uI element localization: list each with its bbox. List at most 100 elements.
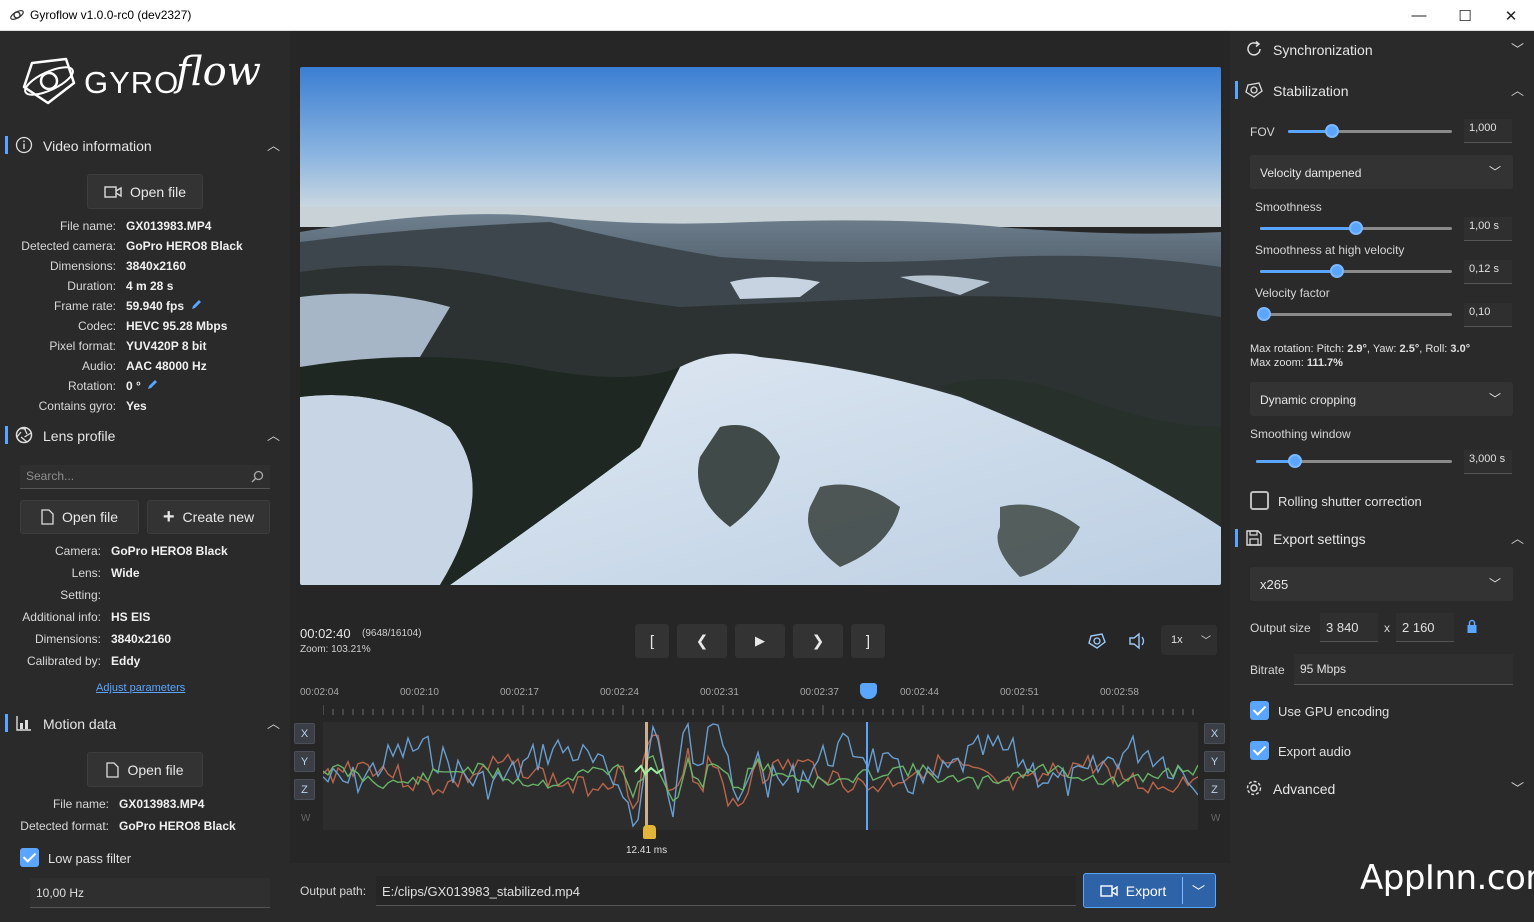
file-icon [106, 761, 120, 778]
lock-icon[interactable] [1466, 619, 1478, 634]
smoothing-window-slider[interactable] [1256, 454, 1452, 470]
synchronization-header[interactable]: Synchronization ﹀ [1235, 35, 1534, 65]
motion-info-value: GoPro HERO8 Black [119, 819, 236, 833]
search-icon [251, 470, 264, 483]
playback-speed-select[interactable]: 1x ﹀ [1161, 625, 1217, 655]
low-pass-frequency-input[interactable]: 10,00 Hz [30, 878, 270, 908]
motion-open-file-button[interactable]: Open file [87, 752, 203, 787]
chart-icon [16, 716, 31, 731]
lens-profile-title: Lens profile [43, 428, 116, 444]
video-preview[interactable] [300, 67, 1221, 585]
lens-profile-header[interactable]: Lens profile ︿ [5, 421, 290, 451]
playhead-handle[interactable] [860, 683, 877, 699]
output-width-input[interactable]: 3 840 [1320, 613, 1378, 642]
stabilization-toggle-icon[interactable] [1087, 632, 1107, 650]
motion-info-row: File name: GX013983.MP4 [0, 797, 290, 813]
lens-aperture-icon [15, 426, 33, 444]
export-settings-title: Export settings [1273, 531, 1366, 547]
video-info-value: 0 ° [126, 379, 141, 393]
volume-icon[interactable] [1128, 632, 1148, 650]
maximize-button[interactable]: ☐ [1442, 0, 1488, 31]
video-info-header[interactable]: Video information ︿ [5, 131, 290, 161]
video-info-row: Detected camera: GoPro HERO8 Black [0, 239, 290, 255]
video-info-value: 59.940 fps [126, 299, 185, 313]
axis-z-toggle-right[interactable]: Z [1204, 779, 1225, 800]
play-button[interactable]: ▶ [735, 624, 785, 658]
smoothness-value[interactable]: 1,00 s [1464, 217, 1512, 241]
rolling-shutter-checkbox[interactable] [1250, 491, 1269, 510]
previous-frame-button[interactable]: ❮ [677, 624, 727, 658]
set-trim-start-button[interactable]: [ [635, 624, 669, 658]
smoothness-high-velocity-value[interactable]: 0,12 s [1464, 260, 1512, 284]
smoothness-high-velocity-slider[interactable] [1260, 264, 1452, 280]
export-audio-label: Export audio [1278, 744, 1351, 759]
max-rotation-info: Max rotation: Pitch: 2.9°, Yaw: 2.5°, Ro… [1250, 343, 1471, 369]
current-timecode: 00:02:40 [300, 626, 351, 641]
output-size-label: Output size [1250, 621, 1311, 635]
fov-value[interactable]: 1,000 [1464, 119, 1512, 143]
fov-slider[interactable] [1288, 124, 1452, 140]
export-options-chevron-icon[interactable]: ﹀ [1192, 881, 1205, 900]
video-camera-icon [1100, 884, 1118, 897]
timeline-tick-label: 00:02:04 [300, 687, 339, 698]
video-info-row: Codec: HEVC 95.28 Mbps [0, 319, 290, 335]
create-new-lens-button[interactable]: + Create new [147, 500, 270, 534]
smoothness-slider[interactable] [1260, 221, 1452, 237]
video-info-row: Contains gyro: Yes [0, 399, 290, 415]
smoothing-method-select[interactable]: Velocity dampened ﹀ [1250, 155, 1513, 189]
video-info-row: File name: GX013983.MP4 [0, 219, 290, 235]
axis-y-toggle[interactable]: Y [294, 751, 315, 772]
frame-counter: (9648/16104) [362, 628, 422, 639]
slider-knob[interactable] [1288, 454, 1303, 468]
sync-point-label: 12.41 ms [626, 845, 668, 856]
codec-select[interactable]: x265 ﹀ [1250, 567, 1513, 601]
slider-knob[interactable] [1256, 307, 1271, 321]
slider-knob[interactable] [1349, 221, 1363, 235]
lens-info-key: Setting: [60, 588, 101, 602]
timeline-tick-label: 00:02:44 [900, 687, 939, 698]
export-button[interactable]: Export [1084, 874, 1182, 907]
minimize-button[interactable]: — [1396, 0, 1442, 31]
chevron-right-icon: ❯ [811, 633, 825, 650]
chevron-left-icon: ❮ [695, 633, 709, 650]
axis-x-toggle[interactable]: X [294, 723, 315, 744]
slider-knob[interactable] [1325, 124, 1340, 138]
edit-pencil-icon[interactable] [146, 379, 158, 391]
output-path-input[interactable]: E:/clips/GX013983_stabilized.mp4 [376, 876, 1076, 906]
edit-pencil-icon[interactable] [190, 299, 202, 311]
close-button[interactable]: ✕ [1488, 0, 1534, 31]
slider-knob[interactable] [1329, 264, 1344, 278]
set-trim-end-button[interactable]: ] [851, 624, 885, 658]
plus-icon: + [162, 506, 175, 528]
bitrate-input[interactable]: 95 Mbps [1294, 654, 1513, 685]
velocity-factor-slider[interactable] [1256, 307, 1452, 323]
axis-y-toggle-right[interactable]: Y [1204, 751, 1225, 772]
sync-point-marker[interactable] [643, 825, 656, 839]
motion-data-header[interactable]: Motion data ︿ [5, 709, 290, 739]
axis-x-toggle-right[interactable]: X [1204, 723, 1225, 744]
stabilization-header[interactable]: Stabilization ︿ [1235, 76, 1534, 106]
next-frame-button[interactable]: ❯ [793, 624, 843, 658]
low-pass-filter-checkbox[interactable] [20, 848, 39, 867]
lens-open-file-button[interactable]: Open file [20, 500, 139, 534]
velocity-factor-value[interactable]: 0,10 [1464, 303, 1512, 327]
smoothing-window-value[interactable]: 3,000 s [1464, 450, 1512, 474]
smoothing-window-label: Smoothing window [1250, 427, 1351, 441]
video-info-value: HEVC 95.28 Mbps [126, 319, 228, 333]
export-settings-header[interactable]: Export settings ︿ [1235, 524, 1534, 554]
lens-search-input[interactable]: Search... [20, 465, 270, 489]
export-audio-checkbox[interactable] [1250, 741, 1269, 760]
axis-w-toggle-right[interactable]: W [1211, 813, 1220, 824]
axis-z-toggle[interactable]: Z [294, 779, 315, 800]
output-height-input[interactable]: 2 160 [1396, 613, 1454, 642]
gyro-timeline[interactable] [322, 721, 1199, 830]
video-open-file-button[interactable]: Open file [87, 174, 203, 209]
gpu-encoding-checkbox[interactable] [1250, 701, 1269, 720]
cropping-mode-select[interactable]: Dynamic cropping ﹀ [1250, 382, 1513, 416]
timeline-tick-label: 00:02:31 [700, 687, 739, 698]
adjust-parameters-link[interactable]: Adjust parameters [96, 682, 185, 694]
axis-w-toggle[interactable]: W [301, 813, 310, 824]
advanced-header[interactable]: Advanced ﹀ [1235, 774, 1534, 804]
smoothness-label: Smoothness [1255, 200, 1322, 214]
video-info-key: Duration: [67, 279, 116, 293]
